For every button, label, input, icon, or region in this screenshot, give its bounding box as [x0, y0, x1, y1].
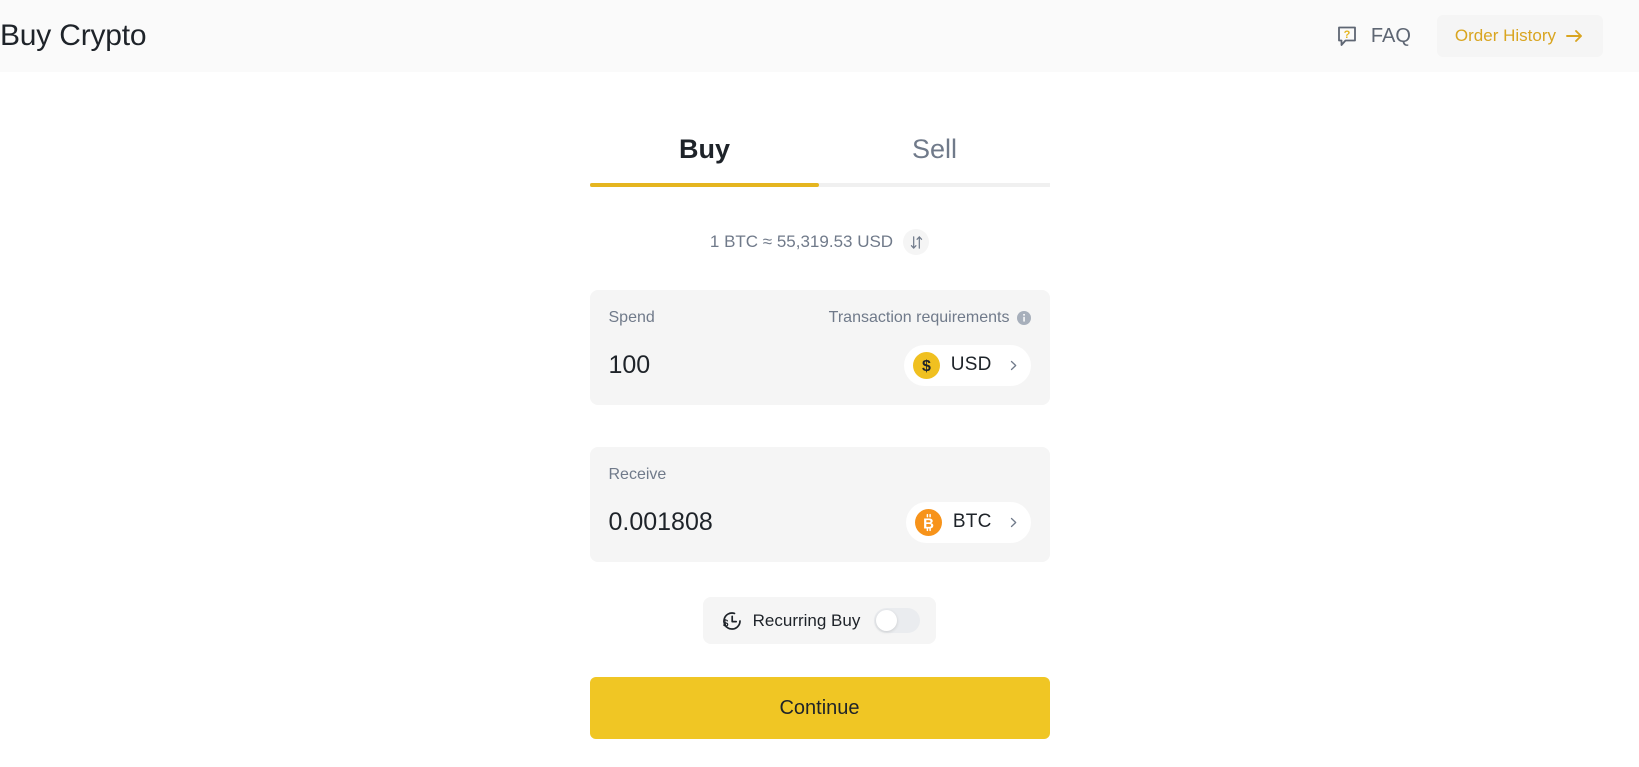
exchange-rate-text: 1 BTC ≈ 55,319.53 USD [709, 232, 894, 251]
receive-amount-input[interactable] [608, 505, 859, 539]
svg-text:$: $ [722, 618, 728, 629]
page-header: Buy Crypto ? FAQ Order History [0, 0, 1639, 72]
btc-coin-icon: B [914, 508, 942, 536]
receive-currency-selector[interactable]: B BTC [905, 501, 1031, 543]
spend-panel-header: Spend Transaction requirements [609, 308, 1031, 328]
spend-currency-code: USD [950, 354, 992, 375]
faq-label: FAQ [1370, 24, 1411, 47]
buy-crypto-card: Buy Sell 1 BTC ≈ 55,319.53 USD Spend Tra… [589, 115, 1050, 739]
receive-panel: Receive B BTC [589, 447, 1050, 562]
transaction-requirements-label: Transaction requirements [828, 309, 1010, 326]
receive-label: Receive [608, 466, 667, 483]
recurring-buy-info: $ Recurring Buy [721, 610, 861, 632]
info-circle-icon [1016, 311, 1031, 325]
swap-vertical-icon [909, 235, 924, 250]
order-history-label: Order History [1454, 26, 1556, 45]
order-history-button[interactable]: Order History [1436, 15, 1603, 57]
faq-link[interactable]: ? FAQ [1336, 24, 1411, 48]
spend-amount-input[interactable] [608, 348, 859, 382]
tab-sell[interactable]: Sell [820, 115, 1050, 183]
spend-label: Spend [608, 309, 655, 326]
continue-button[interactable]: Continue [589, 677, 1050, 739]
receive-panel-body: B BTC [608, 501, 1031, 543]
page-title: Buy Crypto [0, 19, 147, 52]
recurring-buy-label: Recurring Buy [752, 610, 861, 630]
toggle-knob [876, 610, 898, 631]
tabs-rail [589, 183, 1050, 187]
chevron-right-icon [1007, 516, 1020, 529]
main-content: Buy Sell 1 BTC ≈ 55,319.53 USD Spend Tra… [0, 72, 1639, 739]
tab-buy[interactable]: Buy [590, 115, 820, 183]
recurring-dollar-clock-icon: $ [721, 610, 743, 632]
buy-sell-tabs: Buy Sell [590, 115, 1050, 183]
active-tab-indicator [589, 183, 819, 187]
spend-panel-body: $ USD [608, 344, 1031, 386]
usd-coin-icon: $ [912, 351, 940, 379]
spend-panel: Spend Transaction requirements 100 $ USD [589, 290, 1050, 405]
exchange-rate-row: 1 BTC ≈ 55,319.53 USD [590, 229, 1050, 255]
chevron-right-icon [1007, 359, 1020, 372]
question-speech-bubble-icon: ? [1336, 24, 1360, 48]
transaction-requirements-link[interactable]: Transaction requirements [829, 309, 1031, 327]
swap-rate-button[interactable] [903, 229, 930, 255]
svg-text:?: ? [1344, 29, 1351, 41]
svg-text:$: $ [922, 358, 931, 375]
recurring-buy-toggle[interactable] [874, 608, 921, 633]
spend-currency-selector[interactable]: $ USD [903, 344, 1031, 386]
receive-currency-code: BTC [952, 511, 992, 532]
recurring-buy-row: $ Recurring Buy [702, 597, 937, 644]
receive-panel-header: Receive [609, 465, 1031, 485]
svg-text:B: B [923, 515, 934, 532]
arrow-right-icon [1565, 27, 1585, 45]
header-actions: ? FAQ Order History [1336, 15, 1603, 57]
